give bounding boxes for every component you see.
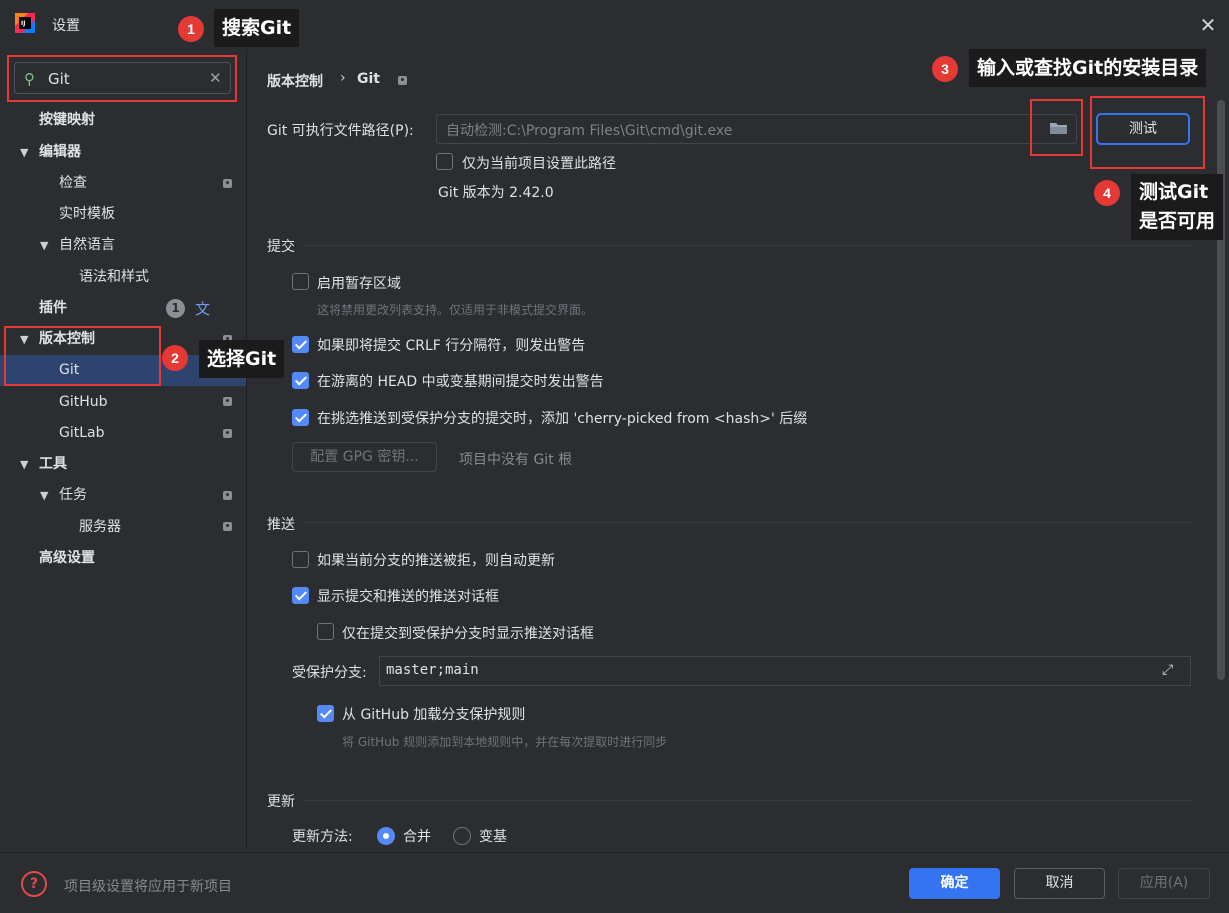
chevron-down-icon[interactable]: ▼	[20, 458, 28, 471]
show-push-dialog-checkbox[interactable]	[292, 587, 309, 604]
breadcrumb-parent[interactable]: 版本控制	[267, 71, 323, 91]
staging-label: 启用暂存区域	[317, 276, 401, 292]
chevron-down-icon[interactable]: ▼	[40, 489, 48, 502]
annotation-badge-1: 1	[178, 16, 204, 42]
breadcrumb-separator: ›	[340, 70, 346, 86]
expand-icon[interactable]: ⤢	[1162, 662, 1173, 678]
ok-button[interactable]: 确定	[909, 868, 1000, 899]
staging-hint: 这将禁用更改列表支持。仅适用于非模式提交界面。	[317, 303, 594, 317]
github-rules-hint: 将 GitHub 规则添加到本地规则中，并在每次提取时进行同步	[342, 735, 668, 749]
github-rules-label: 从 GitHub 加载分支保护规则	[342, 707, 526, 723]
annotation-badge-3: 3	[932, 56, 958, 82]
cherry-pick-checkbox[interactable]	[292, 409, 309, 426]
section-divider	[305, 522, 1191, 523]
protected-branches-input[interactable]	[379, 656, 1191, 686]
annotation-badge-4: 4	[1094, 180, 1120, 206]
annotation-note-4-line2: 是否可用	[1139, 210, 1216, 232]
svg-text:IJ: IJ	[21, 20, 25, 27]
project-scope-icon	[223, 429, 232, 438]
git-path-value[interactable]: 自动检测:C:\Program Files\Git\cmd\git.exe	[446, 120, 732, 140]
show-push-dialog-label: 显示提交和推送的推送对话框	[317, 589, 499, 605]
sidebar-item-live-templates[interactable]: 实时模板	[59, 203, 115, 225]
gpg-hint: 项目中没有 Git 根	[459, 452, 573, 468]
chevron-down-icon[interactable]: ▼	[40, 239, 48, 252]
cherry-pick-label: 在挑选推送到受保护分支的提交时，添加 'cherry-picked from <…	[317, 411, 808, 427]
auto-update-label: 如果当前分支的推送被拒，则自动更新	[317, 553, 555, 569]
protected-branches-value[interactable]: master;main	[386, 662, 479, 678]
annotation-note-3: 输入或查找Git的安装目录	[969, 49, 1207, 87]
update-method-label: 更新方法:	[292, 829, 353, 845]
commit-section-title: 提交	[267, 239, 295, 255]
sidebar-item-grammar-style[interactable]: 语法和样式	[79, 266, 149, 288]
project-only-checkbox[interactable]	[436, 153, 453, 170]
crlf-warning-label: 如果即将提交 CRLF 行分隔符，则发出警告	[317, 338, 586, 354]
sidebar-item-natural-languages[interactable]: 自然语言	[59, 234, 115, 256]
sidebar-item-gitlab[interactable]: GitLab	[59, 422, 105, 444]
project-scope-icon	[223, 179, 232, 188]
sidebar-item-inspections[interactable]: 检查	[59, 172, 87, 194]
close-icon[interactable]: ✕	[1197, 14, 1219, 36]
sidebar-item-editor[interactable]: 编辑器	[39, 141, 81, 163]
annotation-box-search	[7, 55, 237, 102]
apply-button[interactable]: 应用(A)	[1118, 868, 1210, 899]
sidebar-item-keymap[interactable]: 按键映射	[39, 109, 95, 131]
sidebar-item-servers[interactable]: 服务器	[79, 516, 121, 538]
project-scope-icon	[398, 76, 407, 85]
staging-checkbox[interactable]	[292, 273, 309, 290]
annotation-box-git	[4, 326, 161, 386]
rebase-label: 变基	[479, 829, 507, 845]
window-title: 设置	[52, 18, 80, 34]
detached-head-checkbox[interactable]	[292, 372, 309, 389]
cancel-button[interactable]: 取消	[1014, 868, 1105, 899]
sidebar-item-plugins[interactable]: 插件	[39, 297, 67, 319]
configure-gpg-button[interactable]: 配置 GPG 密钥...	[292, 442, 437, 472]
protected-only-label: 仅在提交到受保护分支时显示推送对话框	[342, 626, 594, 642]
github-rules-checkbox[interactable]	[317, 705, 334, 722]
protected-branches-label: 受保护分支:	[292, 665, 367, 681]
chevron-down-icon[interactable]: ▼	[20, 146, 28, 159]
annotation-note-1: 搜索Git	[214, 9, 300, 47]
section-divider	[305, 245, 1191, 246]
git-version-text: Git 版本为 2.42.0	[438, 185, 554, 201]
sidebar-item-tools[interactable]: 工具	[39, 453, 67, 475]
sidebar-item-tasks[interactable]: 任务	[59, 484, 87, 506]
project-scope-icon	[223, 397, 232, 406]
merge-label: 合并	[403, 829, 431, 845]
sidebar-item-github[interactable]: GitHub	[59, 391, 108, 413]
annotation-note-2: 选择Git	[199, 340, 285, 378]
annotation-box-test	[1090, 96, 1205, 169]
project-scope-icon	[223, 522, 232, 531]
intellij-logo-icon: IJ	[15, 13, 35, 33]
sidebar-divider	[246, 50, 247, 850]
section-divider	[305, 800, 1191, 801]
sidebar-item-advanced[interactable]: 高级设置	[39, 547, 95, 569]
translate-icon: 文	[195, 300, 211, 318]
protected-only-checkbox[interactable]	[317, 623, 334, 640]
footer-divider	[0, 852, 1229, 853]
annotation-badge-2: 2	[162, 345, 188, 371]
project-only-label: 仅为当前项目设置此路径	[462, 156, 616, 172]
git-path-label: Git 可执行文件路径(P):	[267, 123, 414, 139]
footer-hint: 项目级设置将应用于新项目	[64, 879, 232, 895]
rebase-radio[interactable]	[453, 827, 471, 845]
detached-head-label: 在游离的 HEAD 中或变基期间提交时发出警告	[317, 374, 604, 390]
annotation-box-folder	[1030, 99, 1083, 156]
help-icon[interactable]: ?	[21, 871, 47, 897]
breadcrumb-current: Git	[357, 71, 380, 87]
annotation-note-4: 测试Git 是否可用	[1131, 174, 1224, 240]
plugins-update-badge: 1	[166, 299, 185, 318]
crlf-warning-checkbox[interactable]	[292, 336, 309, 353]
auto-update-checkbox[interactable]	[292, 551, 309, 568]
merge-radio[interactable]	[377, 827, 395, 845]
update-section-title: 更新	[267, 794, 295, 810]
push-section-title: 推送	[267, 517, 295, 533]
project-scope-icon	[223, 491, 232, 500]
annotation-note-4-line1: 测试Git	[1139, 181, 1209, 203]
